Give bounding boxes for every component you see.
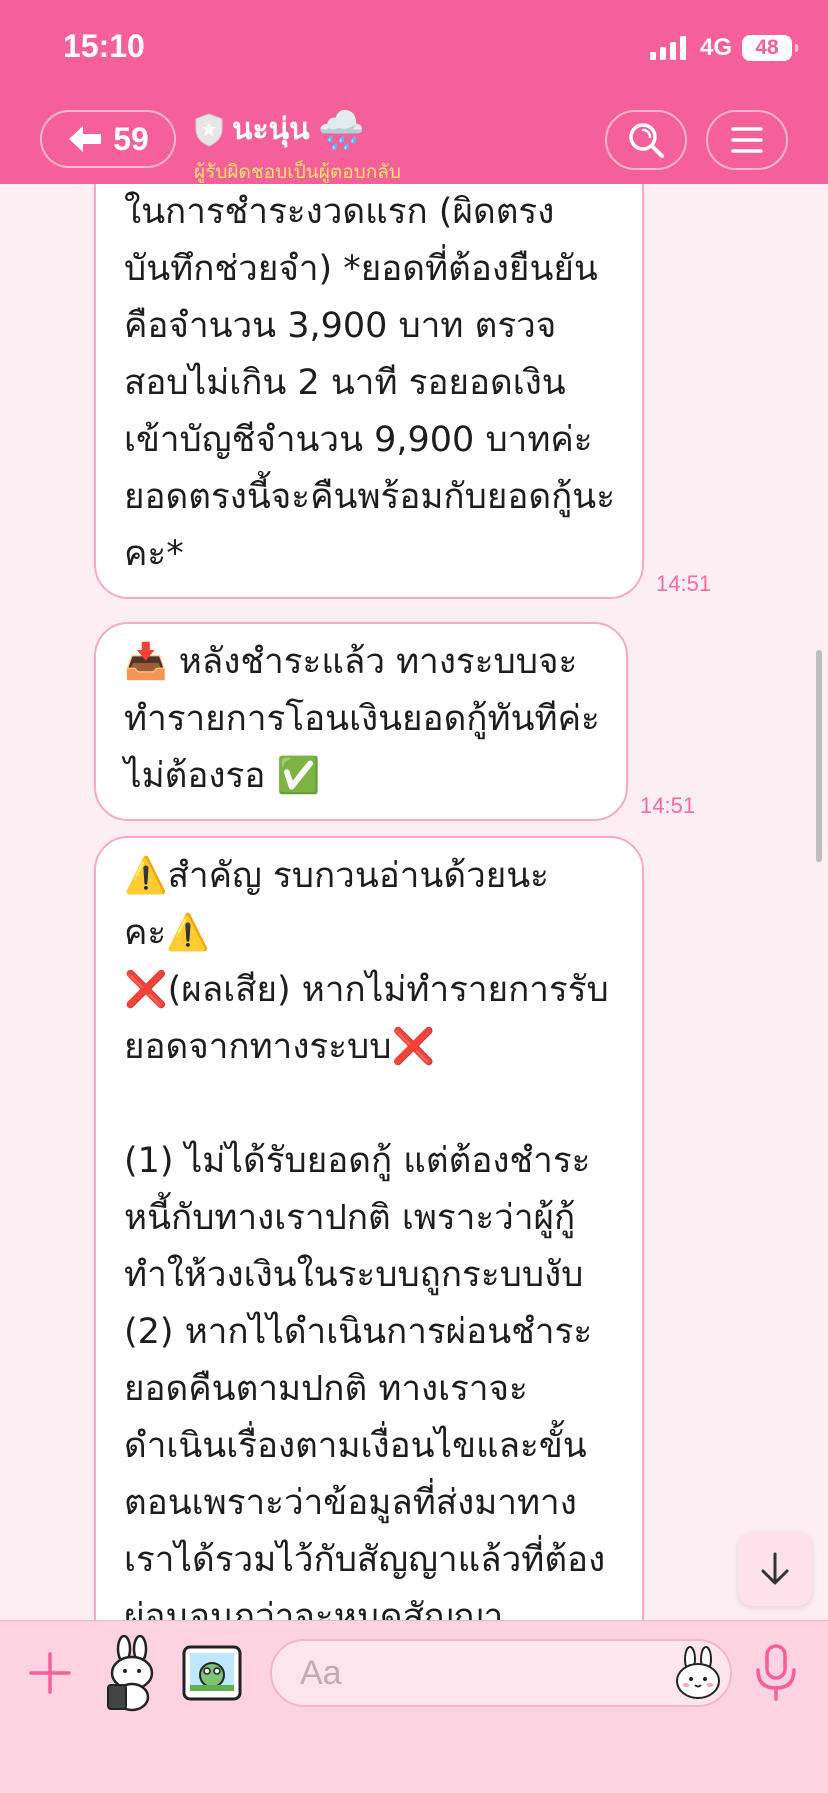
back-arrow-icon [69, 126, 102, 152]
message-row: ⚠️สำคัญ รบกวนอ่านด้วยนะคะ⚠️ ❌(ผลเสีย) หา… [94, 836, 656, 1620]
back-button[interactable]: 59 [40, 110, 176, 168]
message-timestamp: 14:51 [640, 793, 696, 818]
menu-icon [731, 127, 763, 153]
message-input-bar [0, 1620, 828, 1793]
battery-indicator: 48 [742, 35, 798, 61]
scroll-to-bottom-button[interactable] [738, 1532, 812, 1606]
scrollbar[interactable] [816, 650, 822, 862]
emoji-icon[interactable] [672, 1645, 724, 1701]
search-button[interactable] [605, 110, 687, 170]
network-label: 4G [699, 34, 732, 61]
signal-icon [649, 36, 686, 60]
message-timestamp: 14:51 [656, 571, 712, 596]
message-input[interactable] [270, 1639, 732, 1707]
chat-title: นะนุ่น [232, 112, 310, 147]
microphone-icon[interactable] [752, 1643, 800, 1703]
unread-count: 59 [113, 120, 149, 157]
message-bubble[interactable]: 📥 หลังชำระแล้ว ทางระบบจะทำรายการโอนเงินย… [94, 622, 628, 821]
chat-subtitle: ผู้รับผิดชอบเป็นผู้ตอบกลับ [194, 161, 401, 183]
sticker-icon[interactable] [98, 1635, 168, 1713]
menu-button[interactable] [706, 110, 788, 170]
rain-cloud-icon: 🌧️ [317, 107, 365, 152]
status-time: 15:10 [63, 28, 145, 64]
plus-icon[interactable] [28, 1651, 72, 1695]
status-indicators: 4G 48 [649, 34, 798, 62]
search-icon [629, 123, 664, 158]
photo-icon[interactable] [180, 1641, 244, 1705]
message-row: 📥 หลังชำระแล้ว ทางระบบจะทำรายการโอนเงินย… [94, 622, 695, 821]
message-bubble[interactable]: ⚠️สำคัญ รบกวนอ่านด้วยนะคะ⚠️ ❌(ผลเสีย) หา… [94, 836, 644, 1620]
shield-icon [195, 112, 223, 147]
chat-message-list[interactable]: ในการชำระงวดแรก (ผิดตรงบันทึกช่วยจำ) *ยอ… [0, 184, 828, 1620]
chat-title-block[interactable]: นะนุ่น 🌧️ ผู้รับผิดชอบเป็นผู้ตอบกลับ [194, 106, 401, 187]
message-row: ในการชำระงวดแรก (ผิดตรงบันทึกช่วยจำ) *ยอ… [94, 184, 711, 599]
chat-header: 15:10 4G 48 59 นะนุ่น 🌧️ ผู้รับผิดชอบเป็… [0, 0, 828, 184]
message-bubble[interactable]: ในการชำระงวดแรก (ผิดตรงบันทึกช่วยจำ) *ยอ… [94, 184, 644, 599]
arrow-down-icon [761, 1552, 789, 1585]
